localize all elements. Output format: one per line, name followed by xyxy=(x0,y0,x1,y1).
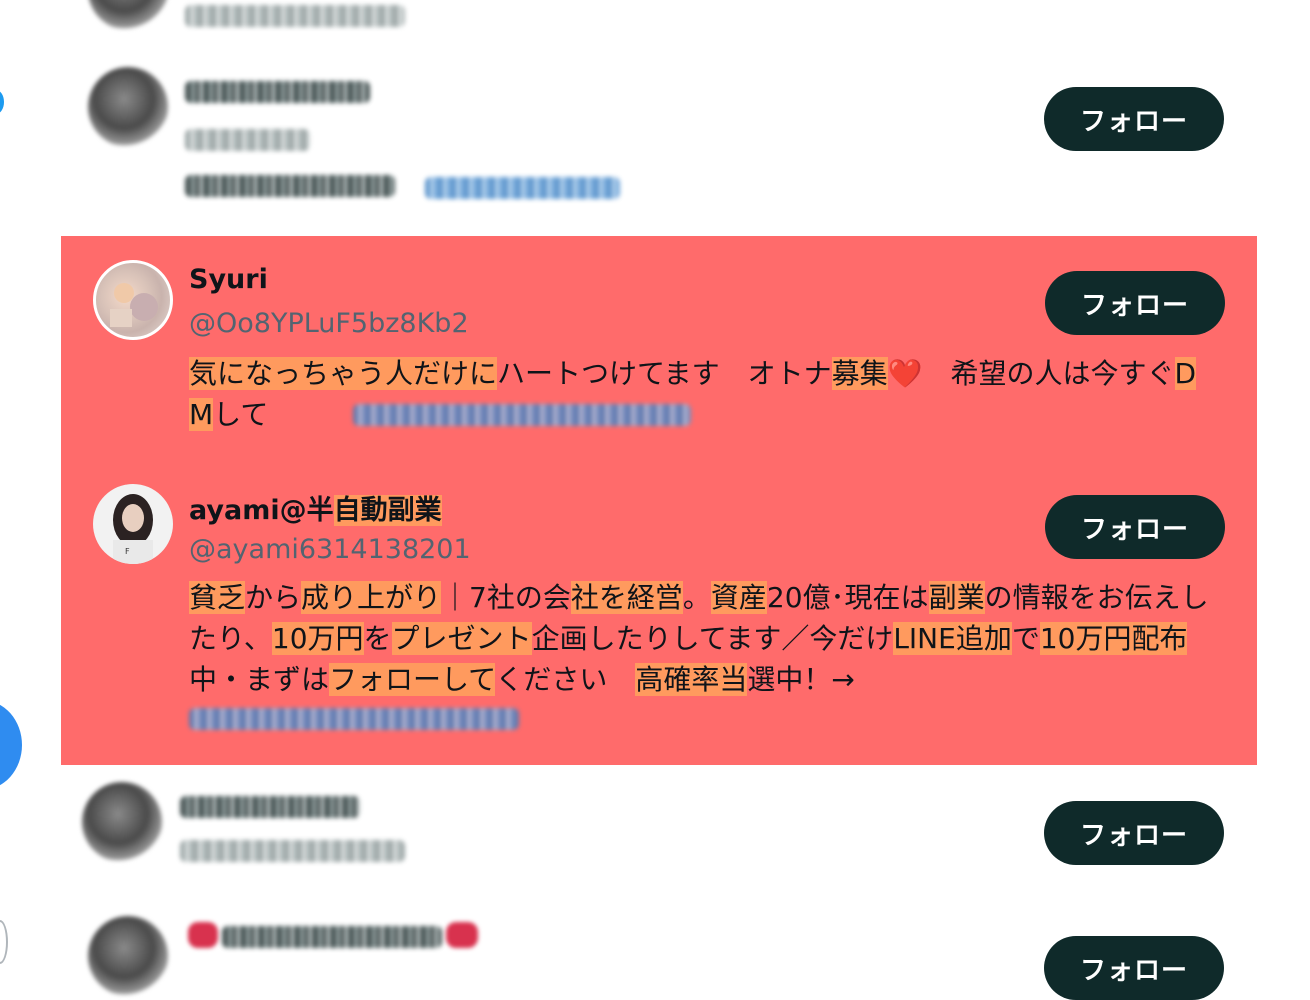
avatar[interactable]: F xyxy=(93,484,173,564)
user-name-highlight: 自動副業 xyxy=(333,495,442,526)
user-bio: 気になっちゃう人だけにハートつけてます オトナ募集❤️ 希望の人は今すぐDMして xyxy=(189,353,1219,435)
bio-highlight: プレゼント xyxy=(391,622,532,655)
user-row: フォロー xyxy=(0,65,1310,225)
user-card-syuri[interactable]: Syuri @Oo8YPLuF5bz8Kb2 フォロー 気になっちゃう人だけにハ… xyxy=(61,236,1257,456)
heart-icon: ❤️ xyxy=(887,357,923,390)
user-handle[interactable]: @ayami6314138201 xyxy=(189,534,471,565)
bio-text: 中・まずは xyxy=(189,663,330,696)
follow-button[interactable]: フォロー xyxy=(1044,87,1224,151)
redacted-bio xyxy=(185,175,395,197)
redacted-handle xyxy=(180,840,405,862)
user-name[interactable]: ayami@半自動副業 xyxy=(189,488,442,527)
user-handle[interactable]: @Oo8YPLuF5bz8Kb2 xyxy=(189,308,469,339)
bio-highlight: LINE追加 xyxy=(893,622,1012,655)
redacted-link xyxy=(425,177,620,199)
user-name-part: ayami@半 xyxy=(189,495,334,526)
bio-highlight: 成り上がり xyxy=(301,581,442,614)
bio-text: 企画したりしてます／今だけ xyxy=(531,622,894,655)
user-card-ayami[interactable]: F ayami@半自動副業 @ayami6314138201 フォロー 貧乏から… xyxy=(61,460,1257,760)
redacted-name xyxy=(180,796,360,818)
bio-highlight: 募集 xyxy=(831,357,888,390)
bio-text: 。 xyxy=(682,581,711,614)
svg-text:F: F xyxy=(125,547,130,556)
bio-highlight: フォローして xyxy=(329,663,496,696)
bio-text: ハートつけてます オトナ xyxy=(497,357,832,390)
follow-button[interactable]: フォロー xyxy=(1045,271,1225,335)
avatar[interactable] xyxy=(88,67,168,147)
bio-highlight: 社を経営 xyxy=(570,581,683,614)
bio-highlight: 10万円配布 xyxy=(1039,622,1188,655)
avatar[interactable] xyxy=(82,782,162,862)
redacted-emoji xyxy=(446,922,478,948)
avatar[interactable] xyxy=(93,260,173,340)
bio-text: 選中！→ xyxy=(747,663,855,696)
redacted-handle xyxy=(185,129,310,151)
redacted-link xyxy=(353,404,691,426)
bio-text: から xyxy=(245,581,302,614)
user-bio: 貧乏から成り上がり｜7社の会社を経営。資産20億･現在は副業の情報をお伝えしたり… xyxy=(189,577,1219,700)
bio-text: 希望の人は今すぐ xyxy=(922,357,1175,390)
compose-button[interactable] xyxy=(0,700,22,790)
bio-highlight: 10万円 xyxy=(271,622,364,655)
follow-button[interactable]: フォロー xyxy=(1044,936,1224,1000)
highlighted-users-block: Syuri @Oo8YPLuF5bz8Kb2 フォロー 気になっちゃう人だけにハ… xyxy=(61,236,1257,765)
bio-text: を xyxy=(363,622,392,655)
avatar[interactable] xyxy=(88,916,168,996)
bio-text: して xyxy=(213,398,269,431)
bio-text: ｜7社の会 xyxy=(441,581,571,614)
avatar-image: F xyxy=(113,494,153,564)
bio-text: で xyxy=(1011,622,1040,655)
bio-text: 20億･現在は xyxy=(766,581,929,614)
bio-text: ください xyxy=(495,663,636,696)
redacted-link xyxy=(189,708,519,730)
follow-button[interactable]: フォロー xyxy=(1045,495,1225,559)
avatar-image xyxy=(110,283,158,327)
redacted-emoji xyxy=(188,922,218,948)
follow-button[interactable]: フォロー xyxy=(1044,801,1224,865)
bio-highlight: 貧乏 xyxy=(189,581,246,614)
bio-highlight: 資産 xyxy=(710,581,767,614)
user-row-top: フォロー xyxy=(0,0,1310,30)
bio-highlight: 副業 xyxy=(928,581,985,614)
redacted-name xyxy=(222,926,442,948)
bio-highlight: 気になっちゃう人だけに xyxy=(189,357,498,390)
avatar[interactable] xyxy=(88,0,168,30)
redacted-text xyxy=(185,5,405,27)
redacted-name xyxy=(185,81,370,103)
user-row: フォロー xyxy=(0,780,1310,890)
bio-highlight: 高確率当 xyxy=(635,663,748,696)
user-row-bottom: フォロー xyxy=(0,912,1310,1000)
user-name[interactable]: Syuri xyxy=(189,264,268,295)
